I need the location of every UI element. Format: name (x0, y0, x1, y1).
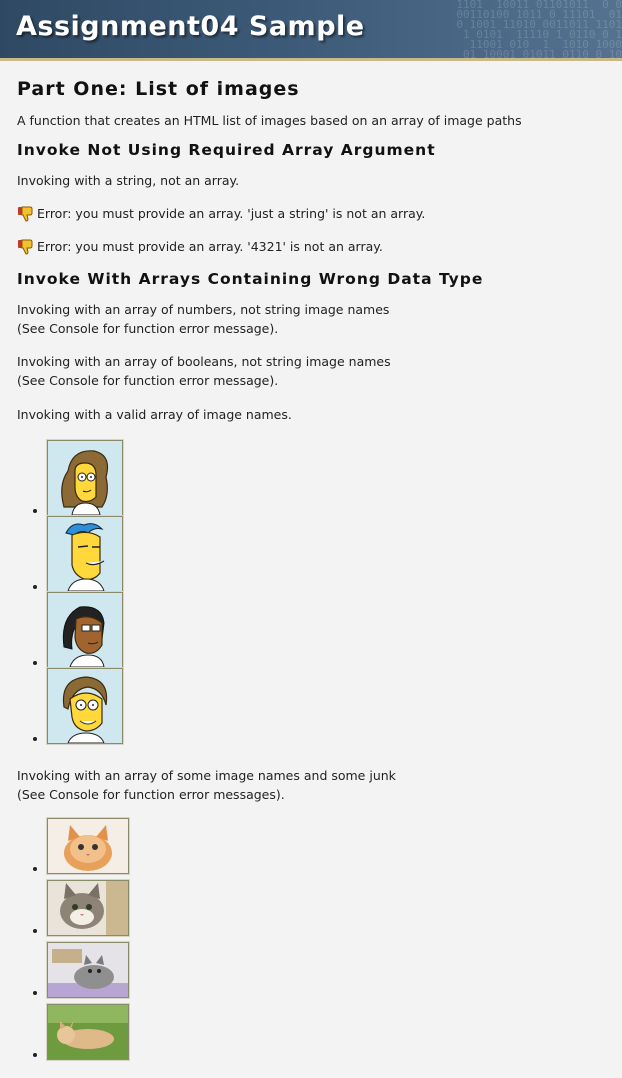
page-banner: 1101 10011 01101011 0 0 00110100 1011 0 … (0, 0, 622, 61)
numbers-invoke-line: Invoking with an array of numbers, not s… (17, 302, 390, 317)
cat-in-basket-image (47, 942, 129, 998)
tabby-cat-peeking-image (47, 880, 129, 936)
simpsons-image-list (17, 440, 605, 744)
cat-lying-in-grass-image (47, 1004, 129, 1060)
list-item (47, 1004, 605, 1060)
intro-string-invoke: Invoking with a string, not an array. (17, 173, 240, 188)
error-text: Error: you must provide an array. 'just … (37, 206, 426, 221)
list-item (47, 818, 605, 874)
orange-kitten-image (47, 818, 129, 874)
thumbs-down-icon (18, 206, 33, 222)
section-heading-wrong-type: Invoke With Arrays Containing Wrong Data… (17, 270, 484, 288)
list-item (47, 668, 605, 744)
list-item (47, 592, 605, 668)
main-content: Part One: List of images A function that… (0, 77, 622, 1060)
list-item (47, 880, 605, 936)
thumbs-down-icon (18, 239, 33, 255)
cartoon-woman-brown-hair-image (47, 440, 123, 516)
part-one-description: A function that creates an HTML list of … (17, 113, 522, 128)
list-item (47, 942, 605, 998)
valid-invoke-line: Invoking with a valid array of image nam… (17, 407, 292, 422)
section-heading-not-array: Invoke Not Using Required Array Argument (17, 141, 436, 159)
booleans-invoke-line: Invoking with an array of booleans, not … (17, 354, 391, 369)
list-item (47, 516, 605, 592)
list-item (47, 440, 605, 516)
junk-console-note: (See Console for function error messages… (17, 787, 285, 802)
cartoon-man-brown-hair-image (47, 668, 123, 744)
junk-invoke-line: Invoking with an array of some image nam… (17, 768, 396, 783)
page-title: Assignment04 Sample (16, 11, 365, 42)
booleans-console-note: (See Console for function error message)… (17, 373, 279, 388)
cartoon-woman-glasses-image (47, 592, 123, 668)
part-one-heading: Part One: List of images (17, 78, 300, 100)
banner-binary-decoration: 1101 10011 01101011 0 0 00110100 1011 0 … (456, 0, 622, 58)
cartoon-man-blue-hair-image (47, 516, 123, 592)
error-text: Error: you must provide an array. '4321'… (37, 239, 383, 254)
cat-image-list (17, 818, 605, 1060)
numbers-console-note: (See Console for function error message)… (17, 321, 279, 336)
error-message: Error: you must provide an array. '4321'… (17, 237, 605, 256)
error-message: Error: you must provide an array. 'just … (17, 204, 605, 223)
